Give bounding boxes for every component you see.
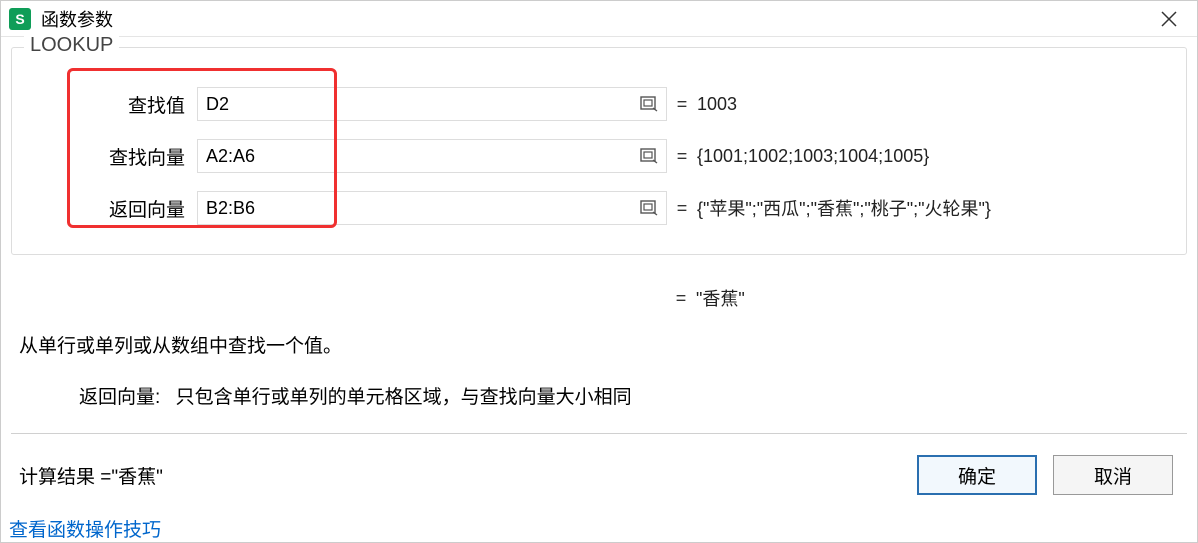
range-select-button[interactable]: [634, 141, 664, 171]
close-button[interactable]: [1149, 4, 1189, 34]
function-arguments-dialog: S 函数参数 LOOKUP 查找值 = 1003 查找向量: [0, 0, 1198, 543]
cancel-button[interactable]: 取消: [1053, 455, 1173, 495]
param-desc-name: 返回向量:: [79, 387, 160, 408]
dialog-body: LOOKUP 查找值 = 1003 查找向量: [1, 37, 1197, 542]
param-desc-text: 只包含单行或单列的单元格区域，与查找向量大小相同: [176, 387, 632, 408]
equals-sign: =: [667, 146, 697, 167]
param-row-lookup-value: 查找值 = 1003: [22, 78, 1176, 130]
param-row-result-vector: 返回向量 = {"苹果";"西瓜";"香蕉";"桃子";"火轮果"}: [22, 182, 1176, 234]
range-icon: [640, 148, 658, 164]
formula-result-row: = "香蕉": [11, 285, 1187, 311]
divider: [11, 433, 1187, 434]
input-wrap: [197, 139, 667, 173]
param-label: 返回向量: [22, 195, 197, 222]
titlebar: S 函数参数: [1, 1, 1197, 37]
lookup-fieldset: LOOKUP 查找值 = 1003 查找向量: [11, 47, 1187, 255]
param-label: 查找向量: [22, 143, 197, 170]
equals-sign: =: [667, 198, 697, 219]
calc-result-value: "香蕉": [111, 462, 163, 489]
equals-sign: =: [667, 94, 697, 115]
equals-sign: =: [666, 288, 696, 309]
range-select-button[interactable]: [634, 89, 664, 119]
close-icon: [1160, 10, 1178, 28]
fieldset-legend: LOOKUP: [24, 34, 119, 57]
param-result: {1001;1002;1003;1004;1005}: [697, 146, 929, 167]
function-description: 从单行或单列或从数组中查找一个值。: [19, 331, 1179, 358]
range-icon: [640, 96, 658, 112]
dialog-title: 函数参数: [41, 6, 113, 32]
footer: 计算结果 = "香蕉" 确定 取消: [11, 450, 1187, 500]
ok-button[interactable]: 确定: [917, 455, 1037, 495]
help-link[interactable]: 查看函数操作技巧: [9, 515, 161, 542]
description-section: 从单行或单列或从数组中查找一个值。 返回向量: 只包含单行或单列的单元格区域，与…: [11, 331, 1187, 409]
range-icon: [640, 200, 658, 216]
param-label: 查找值: [22, 91, 197, 118]
param-row-lookup-vector: 查找向量 = {1001;1002;1003;1004;1005}: [22, 130, 1176, 182]
input-wrap: [197, 87, 667, 121]
param-result: {"苹果";"西瓜";"香蕉";"桃子";"火轮果"}: [697, 195, 991, 221]
lookup-vector-input[interactable]: [198, 142, 634, 171]
calc-result-label: 计算结果 =: [19, 462, 111, 489]
formula-result: "香蕉": [696, 285, 745, 311]
range-select-button[interactable]: [634, 193, 664, 223]
param-description: 返回向量: 只包含单行或单列的单元格区域，与查找向量大小相同: [19, 382, 1179, 409]
result-vector-input[interactable]: [198, 194, 634, 223]
app-icon: S: [9, 8, 31, 30]
input-wrap: [197, 191, 667, 225]
param-result: 1003: [697, 94, 737, 115]
lookup-value-input[interactable]: [198, 90, 634, 119]
